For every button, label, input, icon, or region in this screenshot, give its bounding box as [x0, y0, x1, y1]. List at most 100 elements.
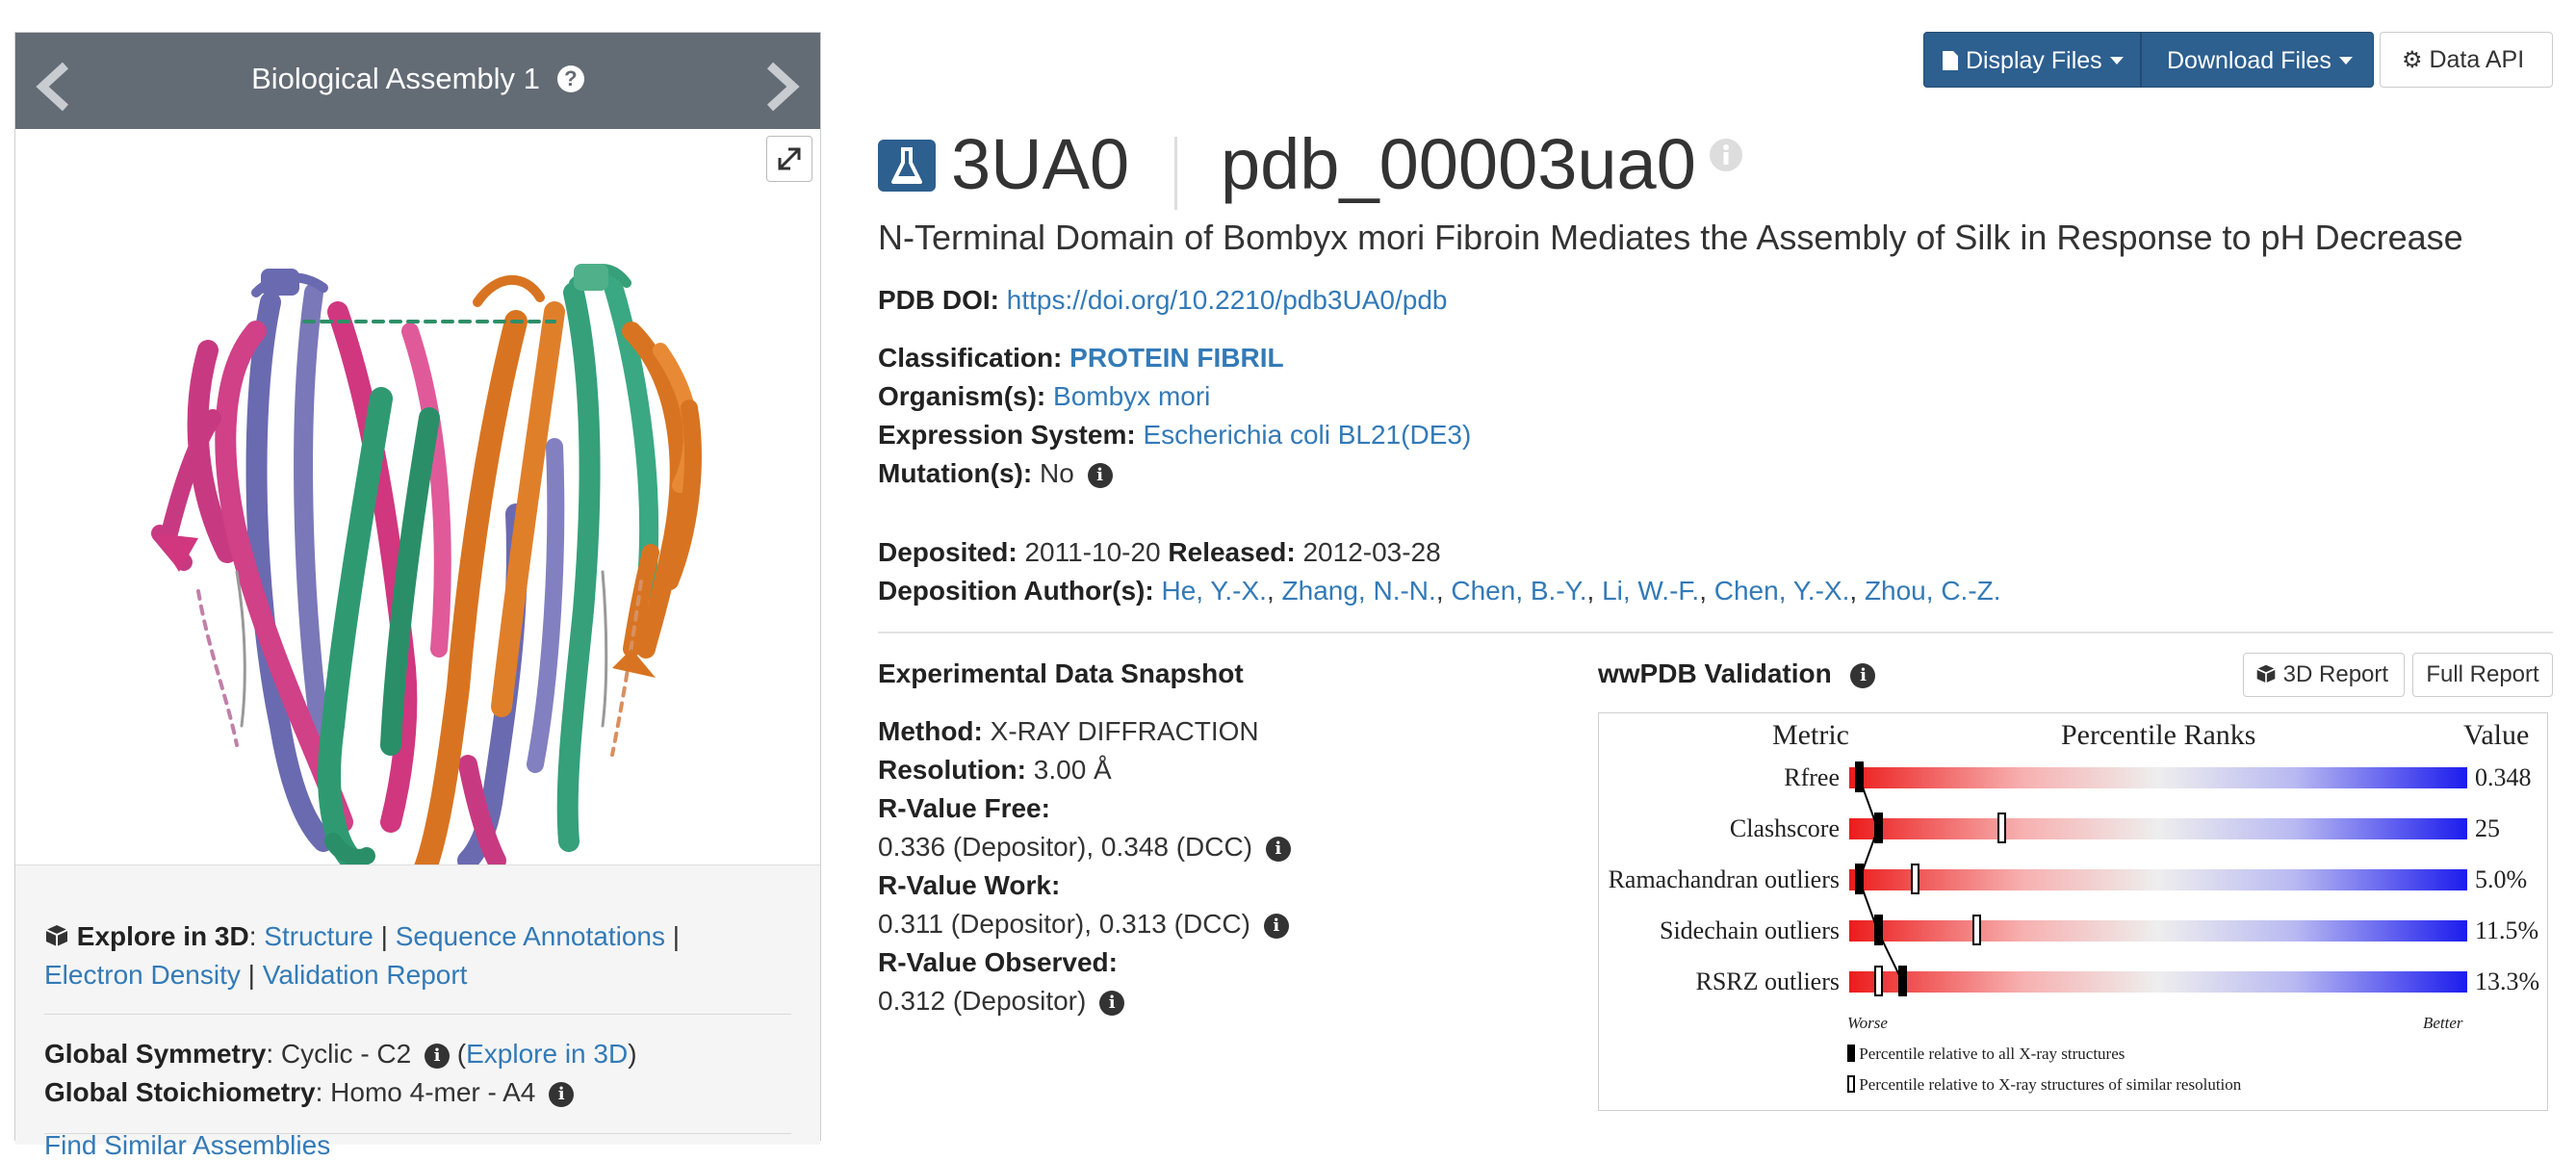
validation-slider-chart[interactable]: Metric Percentile Ranks Value Rfree 0.348…	[1598, 712, 2548, 1111]
explore-section: Explore in 3D: Structure | Sequence Anno…	[15, 864, 820, 1145]
expression-system-link[interactable]: Escherichia coli BL21(DE3)	[1143, 420, 1471, 450]
all-structures-marker	[1898, 966, 1908, 996]
cube-icon	[45, 925, 68, 946]
separator: |	[247, 960, 255, 990]
classification-row: Classification: PROTEIN FIBRIL	[878, 343, 1284, 374]
author-link[interactable]: He, Y.-X.	[1161, 576, 1266, 606]
info-icon[interactable]: i	[549, 1082, 575, 1107]
metric-name: Ramachandran outliers	[1608, 865, 1840, 893]
percentile-bar[interactable]	[1849, 915, 2467, 945]
divider	[44, 1014, 791, 1015]
authors-label: Deposition Author(s):	[878, 576, 1154, 606]
explore-label: Explore in 3D	[76, 921, 249, 951]
authors-row: Deposition Author(s): He, Y.-X., Zhang, …	[878, 576, 2001, 606]
data-api-button[interactable]: ⚙ Data API	[2380, 32, 2553, 88]
file-icon	[1943, 51, 1958, 70]
metric-name: Sidechain outliers	[1659, 916, 1840, 944]
download-files-label: Download Files	[2167, 47, 2331, 74]
validation-report-link[interactable]: Validation Report	[263, 960, 468, 990]
full-report-button[interactable]: Full Report	[2412, 653, 2553, 697]
resolution-value: 3.00 Å	[1033, 755, 1112, 785]
extended-pdb-id: pdb_00003ua0	[1221, 124, 1696, 204]
validation-heading-row: wwPDB Validation i	[1598, 658, 1876, 689]
doi-row: PDB DOI: https://doi.org/10.2210/pdb3UA0…	[878, 285, 1447, 316]
percentile-bar[interactable]	[1849, 813, 2467, 843]
expression-label: Expression System:	[878, 420, 1136, 450]
organism-row: Organism(s): Bombyx mori	[878, 381, 1210, 412]
display-files-label: Display Files	[1965, 47, 2102, 74]
expression-system-row: Expression System: Escherichia coli BL21…	[878, 420, 1471, 451]
robs-label-row: R-Value Observed:	[878, 947, 1118, 978]
separator: |	[672, 921, 681, 951]
structure-title: N-Terminal Domain of Bombyx mori Fibroin…	[878, 218, 2463, 257]
symmetry-label: Global Symmetry	[44, 1039, 267, 1069]
id-divider	[1174, 137, 1177, 210]
expand-button[interactable]	[766, 136, 812, 182]
method-value: X-RAY DIFFRACTION	[990, 716, 1259, 746]
pdb-id: 3UA0	[951, 124, 1130, 204]
info-icon[interactable]: i	[425, 1044, 450, 1069]
carousel-header: Biological Assembly 1?	[15, 33, 820, 129]
info-icon[interactable]: i	[1263, 914, 1289, 939]
organism-link[interactable]: Bombyx mori	[1053, 381, 1210, 411]
full-report-label: Full Report	[2426, 661, 2539, 687]
legend-similar: Percentile relative to X-ray structures …	[1847, 1075, 2241, 1095]
chevron-right-icon[interactable]	[760, 60, 803, 114]
flask-icon	[878, 140, 936, 192]
author-link[interactable]: Li, W.-F.	[1602, 576, 1699, 606]
question-circle-icon[interactable]: ?	[556, 65, 584, 92]
explore-row: Explore in 3D: Structure | Sequence Anno…	[44, 921, 680, 952]
3d-report-button[interactable]: 3D Report	[2243, 653, 2405, 697]
download-files-button[interactable]: Download Files	[2141, 32, 2374, 88]
author-link[interactable]: Chen, Y.-X.	[1714, 576, 1850, 606]
symmetry-value: Cyclic - C2	[280, 1039, 412, 1069]
similar-resolution-marker	[1997, 813, 2007, 843]
author-link[interactable]: Chen, B.-Y.	[1451, 576, 1586, 606]
metric-value: 0.348	[2475, 763, 2532, 791]
info-icon[interactable]: i	[1265, 837, 1291, 862]
similar-resolution-marker	[1972, 915, 1982, 945]
caret-down-icon	[2338, 57, 2353, 64]
author-link[interactable]: Zhou, C.-Z.	[1865, 576, 2001, 606]
author-link[interactable]: Zhang, N.-N.	[1282, 576, 1436, 606]
legend-hollow-marker	[1847, 1075, 1855, 1093]
worse-label: Worse	[1847, 1014, 1888, 1032]
electron-density-link[interactable]: Electron Density	[44, 960, 241, 990]
metric-value: 11.5%	[2475, 916, 2539, 944]
percentile-bar[interactable]	[1849, 966, 2467, 996]
released-date: 2012-03-28	[1302, 537, 1441, 567]
value-column-header: Value	[2463, 719, 2530, 751]
explore-symmetry-link[interactable]: Explore in 3D	[466, 1039, 628, 1069]
metric-value: 13.3%	[2475, 968, 2540, 995]
metric-name: Rfree	[1784, 763, 1840, 791]
display-files-button[interactable]: Display Files	[1923, 32, 2141, 88]
mutation-row: Mutation(s): No i	[878, 458, 1113, 489]
find-similar-assemblies-link[interactable]: Find Similar Assemblies	[44, 1130, 330, 1161]
info-icon[interactable]: i	[1850, 663, 1876, 688]
robs-value: 0.312 (Depositor)	[878, 986, 1087, 1016]
rfree-value: 0.336 (Depositor), 0.348 (DCC)	[878, 832, 1253, 862]
molecule-viewer[interactable]	[15, 129, 820, 897]
metric-value: 5.0%	[2475, 865, 2528, 893]
percentile-bar[interactable]	[1849, 761, 2467, 792]
classification-link[interactable]: PROTEIN FIBRIL	[1069, 343, 1283, 373]
sequence-annotations-link[interactable]: Sequence Annotations	[396, 921, 665, 951]
structure-link[interactable]: Structure	[264, 921, 374, 951]
cube-icon	[2256, 664, 2276, 684]
info-icon[interactable]	[1710, 139, 1742, 171]
info-icon[interactable]: i	[1099, 991, 1125, 1016]
snapshot-heading: Experimental Data Snapshot	[878, 658, 1244, 688]
rwork-value: 0.311 (Depositor), 0.313 (DCC)	[878, 909, 1250, 939]
percentile-column-header: Percentile Ranks	[2061, 719, 2256, 751]
global-stoichiometry-row: Global Stoichiometry: Homo 4-mer - A4 i	[44, 1077, 575, 1108]
mutation-label: Mutation(s):	[878, 458, 1033, 488]
legend-all: Percentile relative to all X-ray structu…	[1847, 1045, 2125, 1064]
all-structures-marker	[1855, 761, 1865, 792]
info-icon[interactable]: i	[1087, 463, 1113, 488]
assembly-title: Biological Assembly 1?	[15, 62, 820, 96]
gear-icon: ⚙	[2402, 47, 2423, 73]
caret-down-icon	[2109, 57, 2124, 64]
percentile-bar[interactable]	[1849, 864, 2467, 894]
data-api-label: Data API	[2429, 46, 2525, 73]
doi-link[interactable]: https://doi.org/10.2210/pdb3UA0/pdb	[1007, 285, 1448, 315]
